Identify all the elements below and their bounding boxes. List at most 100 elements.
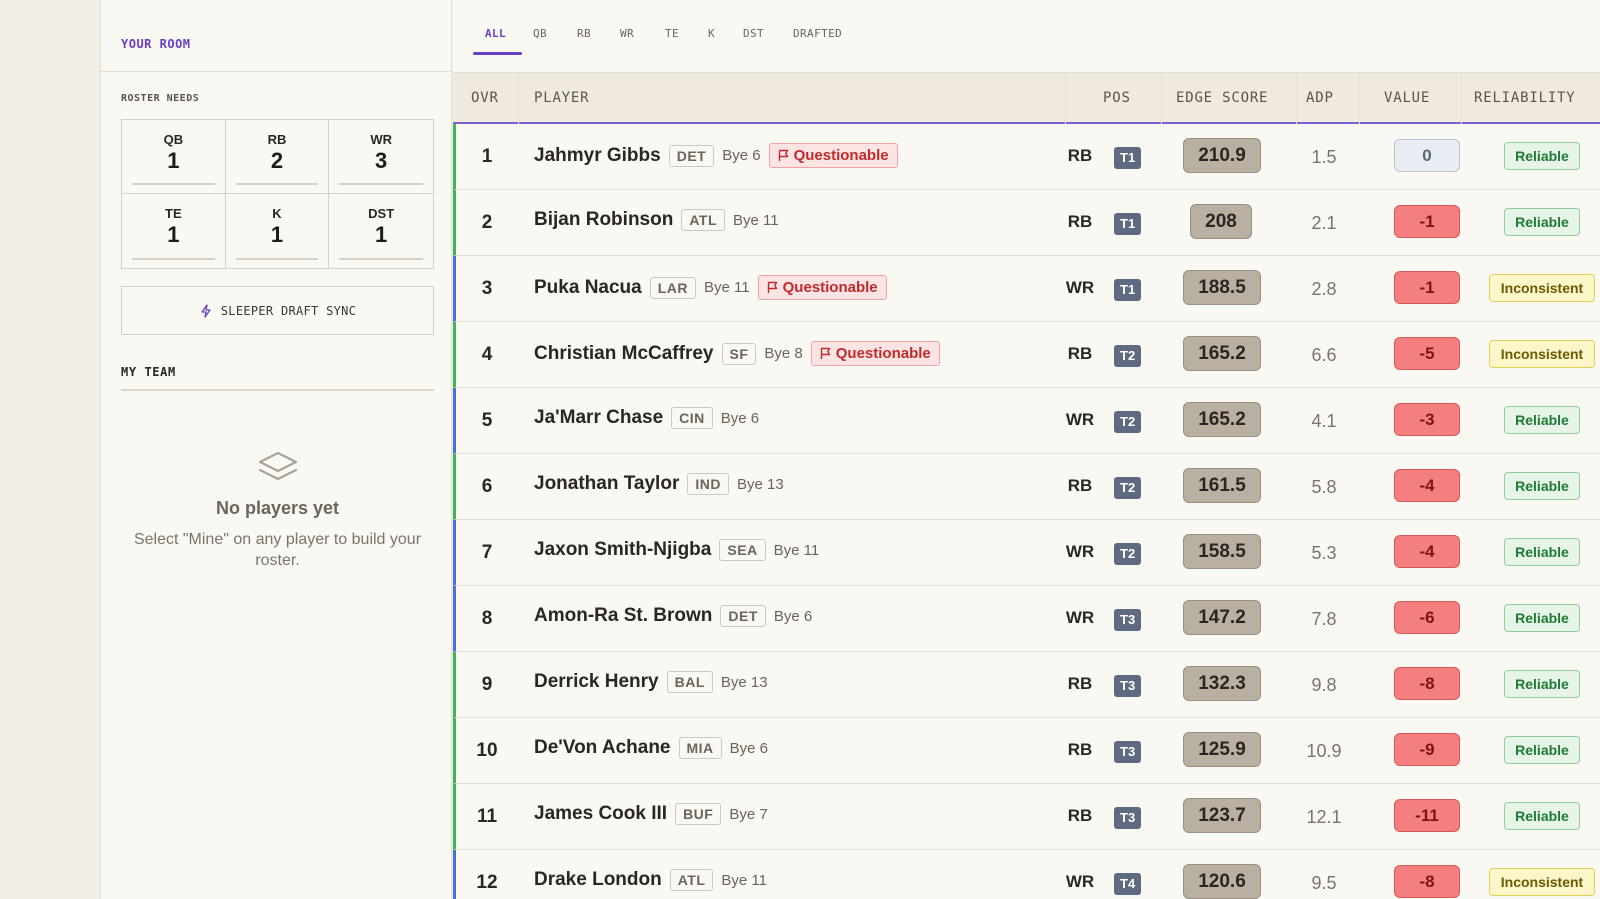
player-name[interactable]: Jonathan Taylor [534, 473, 679, 495]
tier-badge: T3 [1114, 807, 1142, 829]
player-name[interactable]: Bijan Robinson [534, 209, 673, 231]
player-name[interactable]: Ja'Marr Chase [534, 407, 663, 429]
my-team-divider [121, 389, 434, 391]
adp-value: 9.5 [1311, 873, 1337, 893]
tab-wr[interactable]: WR [620, 27, 634, 40]
position-tabs: ALL QB RB WR TE K DST DRAFTED [453, 0, 1600, 73]
header-divider [1296, 73, 1297, 124]
position: RB [1067, 476, 1093, 495]
player-cell: Bijan Robinson ATL Bye 11 [534, 209, 779, 231]
position: WR [1065, 608, 1095, 627]
table-row[interactable]: 7 Jaxon Smith-Njigba SEA Bye 11 WR T2 158.5 5.3… [453, 520, 1600, 586]
header-reliability[interactable]: RELIABILITY [1474, 90, 1576, 106]
value-badge: 0 [1394, 139, 1460, 172]
edge-score: 125.9 [1183, 732, 1261, 767]
overall-rank: 11 [476, 806, 498, 827]
tier-badge: T2 [1114, 411, 1142, 433]
reliability-badge: Inconsistent [1489, 868, 1595, 896]
roster-need-rb: RB 2 [225, 120, 330, 194]
active-tab-indicator [473, 52, 522, 55]
my-team-label: MY TEAM [121, 365, 176, 379]
value-badge: -8 [1394, 865, 1460, 898]
player-name[interactable]: Drake London [534, 869, 662, 891]
flag-icon [767, 281, 777, 293]
header-player[interactable]: PLAYER [534, 90, 589, 106]
table-row[interactable]: 2 Bijan Robinson ATL Bye 11 RB T1 208 2.1 -1 Reli… [453, 190, 1600, 256]
player-name[interactable]: Amon-Ra St. Brown [534, 605, 712, 627]
tab-te[interactable]: TE [665, 27, 679, 40]
header-divider [1359, 73, 1360, 124]
roster-need-count: 1 [375, 222, 388, 247]
value-badge: -6 [1394, 601, 1460, 634]
header-value[interactable]: VALUE [1384, 90, 1430, 106]
bye-week: Bye 6 [720, 409, 760, 427]
tab-all[interactable]: ALL [485, 27, 506, 40]
value-badge: -9 [1394, 733, 1460, 766]
player-name[interactable]: Christian McCaffrey [534, 343, 714, 365]
tab-drafted[interactable]: DRAFTED [793, 27, 842, 40]
header-pos[interactable]: POS [1103, 90, 1131, 106]
position: RB [1067, 740, 1093, 759]
reliability-badge: Reliable [1504, 208, 1580, 236]
table-row[interactable]: 10 De'Von Achane MIA Bye 6 RB T3 125.9 10.9 -9 Re… [453, 718, 1600, 784]
layers-icon [258, 451, 297, 481]
table-row[interactable]: 8 Amon-Ra St. Brown DET Bye 6 WR T3 147.2 7.8 -6… [453, 586, 1600, 652]
adp-value: 9.8 [1311, 675, 1337, 695]
player-name[interactable]: Jaxon Smith-Njigba [534, 539, 711, 561]
edge-score: 123.7 [1183, 798, 1261, 833]
adp-value: 5.3 [1311, 543, 1337, 563]
adp-value: 7.8 [1311, 609, 1337, 629]
header-ovr[interactable]: OVR [471, 90, 499, 106]
player-name[interactable]: James Cook III [534, 803, 667, 825]
injury-status-badge: Questionable [768, 143, 898, 168]
table-row[interactable]: 9 Derrick Henry BAL Bye 13 RB T3 132.3 9.8 -8 Rel… [453, 652, 1600, 718]
tab-dst[interactable]: DST [743, 27, 764, 40]
bye-week: Bye 11 [704, 279, 750, 296]
edge-score: 165.2 [1183, 402, 1261, 437]
tab-qb[interactable]: QB [533, 27, 547, 40]
roster-need-progress [339, 258, 423, 260]
header-adp[interactable]: ADP [1306, 90, 1334, 106]
player-name[interactable]: Puka Nacua [534, 277, 642, 299]
player-name[interactable]: De'Von Achane [534, 737, 671, 759]
player-cell: Derrick Henry BAL Bye 13 [534, 671, 768, 693]
table-row[interactable]: 5 Ja'Marr Chase CIN Bye 6 WR T2 165.2 4.1 -3 Reli… [453, 388, 1600, 454]
player-rows: 1 Jahmyr Gibbs DET Bye 6 Questionable RB T1 210… [453, 124, 1600, 899]
bye-week: Bye 6 [773, 607, 813, 625]
table-row[interactable]: 1 Jahmyr Gibbs DET Bye 6 Questionable RB T1 210… [453, 124, 1600, 190]
header-edge-score[interactable]: EDGE SCORE [1176, 90, 1268, 106]
injury-status-badge: Questionable [757, 275, 887, 300]
table-row[interactable]: 3 Puka Nacua LAR Bye 11 Questionable WR T1 188.… [453, 256, 1600, 322]
edge-score: 161.5 [1183, 468, 1261, 503]
team-badge: DET [720, 605, 766, 627]
roster-need-count: 3 [375, 148, 388, 173]
tier-badge: T2 [1114, 345, 1142, 367]
table-row[interactable]: 12 Drake London ATL Bye 11 WR T4 120.6 9.5 -8 Inc… [453, 850, 1600, 899]
table-row[interactable]: 11 James Cook III BUF Bye 7 RB T3 123.7 12.1 -11… [453, 784, 1600, 850]
player-name[interactable]: Derrick Henry [534, 671, 659, 693]
overall-rank: 3 [481, 278, 493, 299]
reliability-badge: Reliable [1504, 472, 1580, 500]
position: RB [1067, 674, 1093, 693]
edge-score: 208 [1190, 204, 1252, 239]
value-badge: -4 [1394, 535, 1460, 568]
header-divider [1161, 73, 1162, 124]
bye-week: Bye 6 [722, 147, 761, 164]
tier-badge: T1 [1114, 279, 1142, 301]
roster-need-progress [235, 258, 319, 260]
room-header: YOUR ROOM [101, 0, 451, 72]
sleeper-draft-sync-button[interactable]: SLEEPER DRAFT SYNC [121, 286, 434, 335]
tier-badge: T3 [1114, 741, 1142, 763]
table-row[interactable]: 4 Christian McCaffrey SF Bye 8 Questionable R… [453, 322, 1600, 388]
roster-need-count: 1 [167, 222, 180, 247]
tab-k[interactable]: K [708, 27, 715, 40]
player-name[interactable]: Jahmyr Gibbs [534, 145, 661, 167]
bye-week: Bye 13 [720, 673, 768, 691]
player-cell: James Cook III BUF Bye 7 [534, 803, 768, 825]
edge-score: 147.2 [1183, 600, 1261, 635]
reliability-badge: Inconsistent [1489, 340, 1595, 368]
overall-rank: 9 [481, 674, 493, 695]
bye-week: Bye 11 [721, 871, 768, 889]
table-row[interactable]: 6 Jonathan Taylor IND Bye 13 RB T2 161.5 5.8 -4 R… [453, 454, 1600, 520]
tab-rb[interactable]: RB [577, 27, 591, 40]
